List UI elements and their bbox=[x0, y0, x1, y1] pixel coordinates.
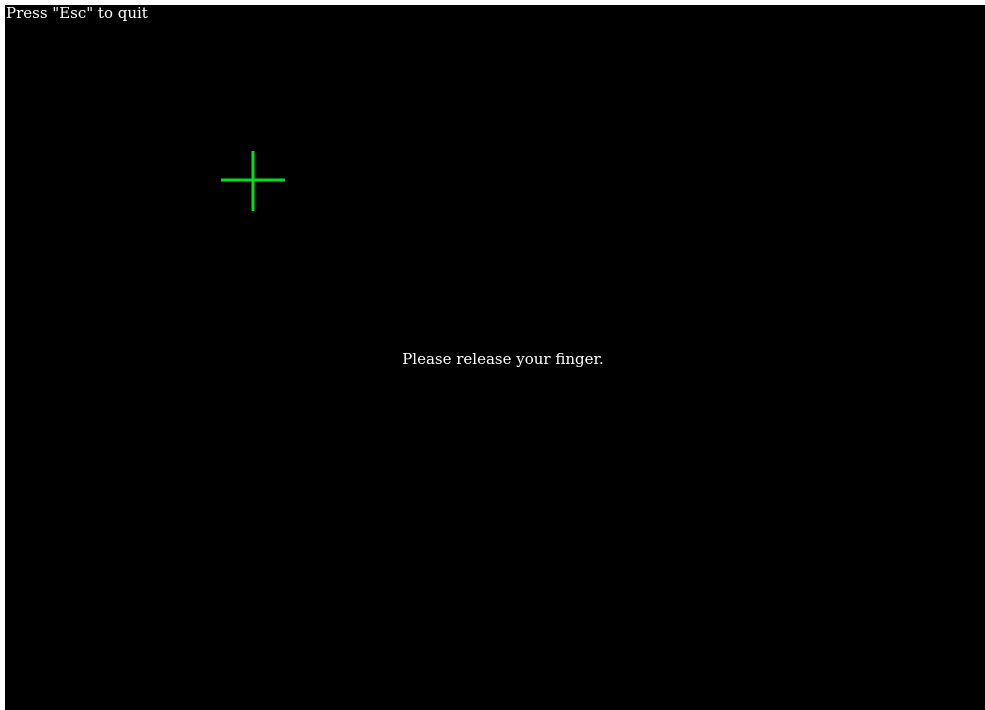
esc-quit-hint: Press "Esc" to quit bbox=[6, 5, 148, 22]
crosshair-svg bbox=[221, 151, 285, 211]
crosshair-icon bbox=[221, 151, 285, 211]
release-finger-instruction: Please release your finger. bbox=[402, 350, 604, 368]
calibration-screen[interactable]: Press "Esc" to quit Please release your … bbox=[5, 5, 985, 710]
